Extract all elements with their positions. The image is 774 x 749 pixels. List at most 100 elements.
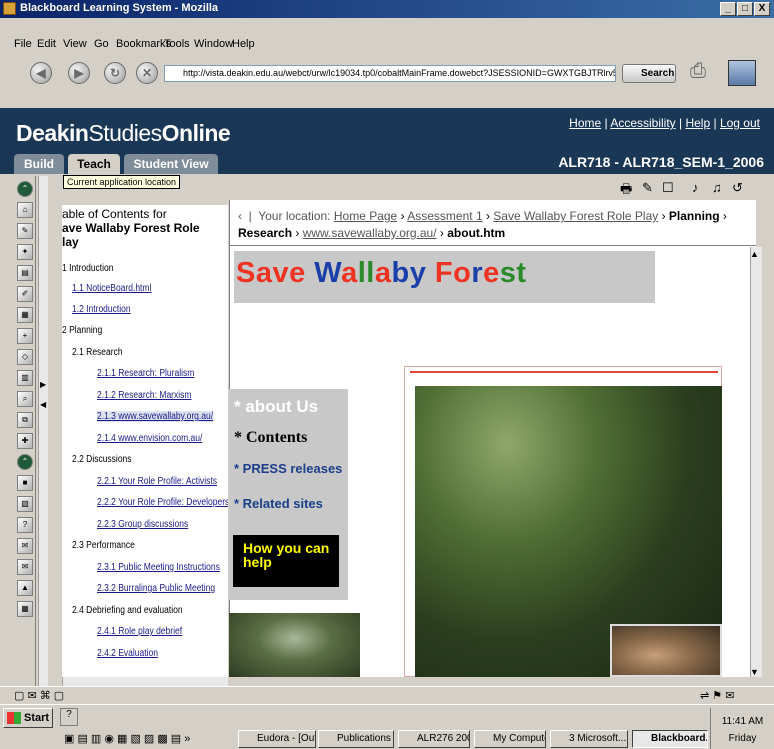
task-eudora[interactable]: Eudora - [Out] bbox=[238, 730, 316, 748]
help-button[interactable]: How you can help bbox=[233, 535, 339, 587]
toc-item-selected[interactable]: 2.1.3 www.savewallaby.org.au/ bbox=[97, 411, 214, 422]
file-tool-icon[interactable]: ▧ bbox=[17, 496, 33, 512]
help-link[interactable]: Help bbox=[685, 116, 710, 130]
menu-bookmarks[interactable]: Bookmarks bbox=[116, 38, 171, 50]
accessibility-link[interactable]: Accessibility bbox=[610, 116, 675, 130]
reload-page-icon[interactable]: ↺ bbox=[732, 180, 743, 196]
expand-icon[interactable]: ⌃ bbox=[17, 454, 33, 470]
toc-item[interactable]: 2.3.2 Burralinga Public Meeting bbox=[97, 583, 215, 594]
toc-scrollbar[interactable] bbox=[38, 176, 48, 686]
stop-icon[interactable]: ✕ bbox=[136, 62, 158, 84]
menu-tools[interactable]: Tools bbox=[164, 38, 190, 50]
quiz-tool-icon[interactable]: ? bbox=[17, 517, 33, 533]
toc-item[interactable]: 2 Planning bbox=[62, 325, 102, 336]
toc-item[interactable]: 2.1.1 Research: Pluralism bbox=[97, 368, 194, 379]
toc-item[interactable]: 2.2 Discussions bbox=[72, 454, 132, 465]
task-microsoft[interactable]: 3 Microsoft... bbox=[550, 730, 628, 748]
scroll-up-icon[interactable]: ▲ bbox=[750, 249, 759, 259]
toc-item[interactable]: 2.1.2 Research: Marxism bbox=[97, 390, 191, 401]
press-link[interactable]: * PRESS releases bbox=[234, 461, 342, 476]
expand-arrow-icon[interactable]: ◀ bbox=[40, 400, 46, 409]
crumb-planning: Planning bbox=[668, 209, 720, 223]
start-button[interactable]: Start bbox=[3, 708, 53, 728]
forward-icon[interactable]: ▶ bbox=[68, 62, 90, 84]
book-tool-icon[interactable]: ■ bbox=[17, 475, 33, 491]
toc-hscrollbar[interactable] bbox=[62, 677, 228, 686]
contents-link[interactable]: * Contents bbox=[234, 429, 307, 447]
tab-teach[interactable]: Teach bbox=[68, 154, 120, 174]
collapse-icon[interactable]: ⌃ bbox=[17, 181, 33, 197]
toc-item[interactable]: 1.1 NoticeBoard.html bbox=[72, 283, 151, 294]
site-banner: Save Wallaby Forest bbox=[234, 251, 655, 303]
content-scrollbar[interactable] bbox=[750, 247, 762, 677]
toc-item[interactable]: 2.4 Debriefing and evaluation bbox=[72, 605, 183, 616]
toc-item[interactable]: 2.4.1 Role play debrief bbox=[97, 626, 182, 637]
crumb-assessment[interactable]: Assessment 1 bbox=[407, 209, 482, 223]
speaker-icon[interactable]: ♫ bbox=[712, 180, 722, 195]
grid-tool-icon[interactable]: ▦ bbox=[17, 307, 33, 323]
maximize-button[interactable]: □ bbox=[737, 2, 753, 16]
minimize-button[interactable]: _ bbox=[720, 2, 736, 16]
toc-item[interactable]: 2.3 Performance bbox=[72, 540, 135, 551]
pin-tool-icon[interactable]: ✦ bbox=[17, 244, 33, 260]
menu-edit[interactable]: Edit bbox=[37, 38, 56, 50]
task-publications[interactable]: Publications bbox=[318, 730, 394, 748]
toc-item[interactable]: 1.2 Introduction bbox=[72, 304, 131, 315]
print-page-icon[interactable]: 🖶 bbox=[620, 180, 632, 202]
print-icon[interactable]: ⎙ bbox=[690, 60, 718, 86]
reload-icon[interactable]: ↻ bbox=[104, 62, 126, 84]
crumb-roleplay[interactable]: Save Wallaby Forest Role Play bbox=[493, 209, 658, 223]
toc-item[interactable]: 2.2.1 Your Role Profile: Activists bbox=[97, 476, 217, 487]
url-input[interactable]: http://vista.deakin.edu.au/webct/urw/lc1… bbox=[164, 65, 616, 82]
tool-rail: ⌃ ⌂ ✎ ✦ ▤ ✐ ▦ + ◇ ▥ ⌕ ⧉ ✚ ⌃ ■ ▧ ? ✉ ✉ ▲ … bbox=[14, 176, 36, 686]
tab-student-view[interactable]: Student View bbox=[124, 154, 218, 174]
menu-go[interactable]: Go bbox=[94, 38, 109, 50]
crumb-site[interactable]: www.savewallaby.org.au/ bbox=[303, 226, 437, 240]
search-tool-icon[interactable]: ⌕ bbox=[17, 391, 33, 407]
toc-item[interactable]: 2.3.1 Public Meeting Instructions bbox=[97, 562, 220, 573]
calendar-tool-icon[interactable]: ▦ bbox=[17, 601, 33, 617]
home-tool-icon[interactable]: ⌂ bbox=[17, 202, 33, 218]
menu-help[interactable]: Help bbox=[232, 38, 255, 50]
notes-icon[interactable]: ✎ bbox=[642, 180, 653, 196]
copy-tool-icon[interactable]: ⧉ bbox=[17, 412, 33, 428]
task-blackboard[interactable]: Blackboard... bbox=[632, 730, 708, 748]
menu-view[interactable]: View bbox=[63, 38, 87, 50]
back-icon[interactable]: ◀ bbox=[30, 62, 52, 84]
toc-item[interactable]: 2.1 Research bbox=[72, 347, 123, 358]
related-link[interactable]: * Related sites bbox=[234, 496, 323, 511]
about-link[interactable]: * about Us bbox=[234, 397, 318, 417]
edit-tool-icon[interactable]: ✐ bbox=[17, 286, 33, 302]
course-title: ALR718 - ALR718_SEM-1_2006 bbox=[558, 154, 764, 170]
search-button[interactable]: Search bbox=[622, 64, 676, 83]
status-icons: ▢ ✉ ⌘ ▢ bbox=[14, 690, 65, 702]
add-tool-icon[interactable]: + bbox=[17, 328, 33, 344]
toc-item[interactable]: 2.2.2 Your Role Profile: Developers bbox=[97, 497, 228, 508]
toc-item[interactable]: 2.1.4 www.envision.com.au/ bbox=[97, 433, 202, 444]
mail-tool-icon[interactable]: ✉ bbox=[17, 559, 33, 575]
bookmark-icon[interactable]: ☐ bbox=[662, 180, 674, 196]
crumb-home[interactable]: Home Page bbox=[334, 209, 397, 223]
toc-item[interactable]: 1 Introduction bbox=[62, 263, 114, 274]
task-alr276[interactable]: ALR276 2007 bbox=[398, 730, 470, 748]
menu-file[interactable]: File bbox=[14, 38, 32, 50]
help-tray-icon[interactable]: ? bbox=[60, 708, 78, 726]
new-tool-icon[interactable]: ✚ bbox=[17, 433, 33, 449]
logout-link[interactable]: Log out bbox=[720, 116, 760, 130]
scroll-down-icon[interactable]: ▼ bbox=[750, 667, 759, 677]
toc-item[interactable]: 2.2.3 Group discussions bbox=[97, 519, 188, 530]
collapse-arrow-icon[interactable]: ▶ bbox=[40, 380, 46, 389]
doc-tool-icon[interactable]: ▤ bbox=[17, 265, 33, 281]
toc-item[interactable]: 2.4.2 Evaluation bbox=[97, 648, 158, 659]
tab-build[interactable]: Build bbox=[14, 154, 64, 174]
close-button[interactable]: X bbox=[754, 2, 770, 16]
pen-tool-icon[interactable]: ✎ bbox=[17, 223, 33, 239]
task-my-computer[interactable]: My Computer bbox=[474, 730, 546, 748]
audio-icon[interactable]: ♪ bbox=[692, 180, 699, 195]
chart-tool-icon[interactable]: ▲ bbox=[17, 580, 33, 596]
page-tool-icon[interactable]: ▥ bbox=[17, 370, 33, 386]
chat-tool-icon[interactable]: ✉ bbox=[17, 538, 33, 554]
menu-window[interactable]: Window bbox=[194, 38, 233, 50]
shape-tool-icon[interactable]: ◇ bbox=[17, 349, 33, 365]
home-link[interactable]: Home bbox=[569, 116, 601, 130]
